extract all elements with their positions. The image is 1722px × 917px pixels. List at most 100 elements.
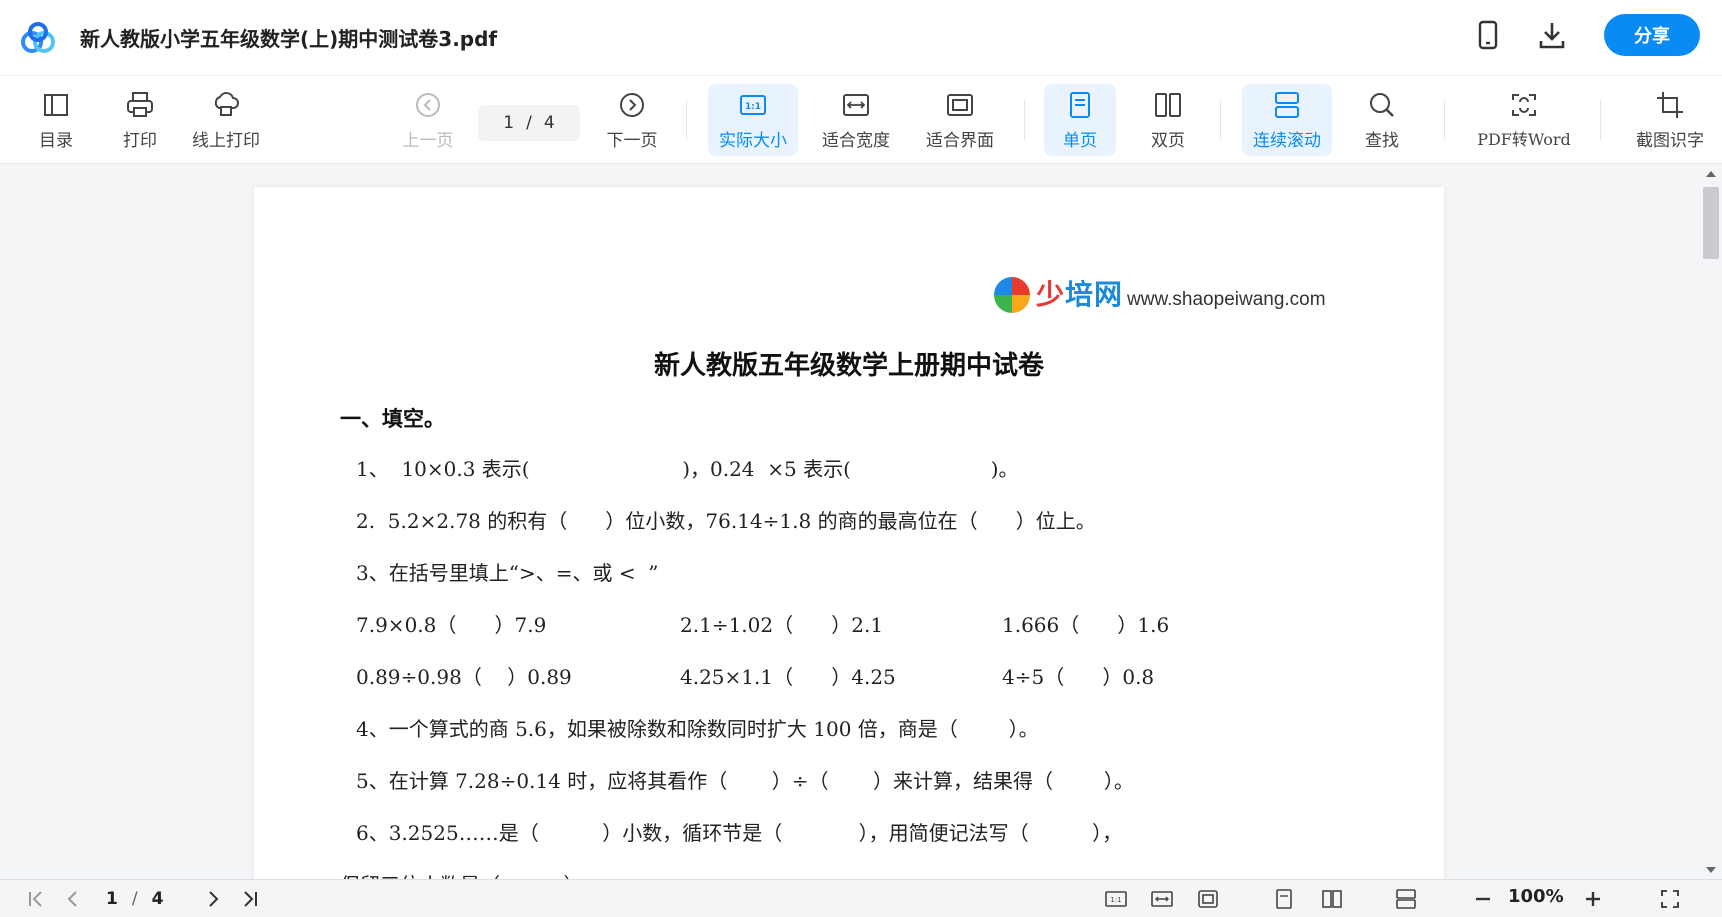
question-3-row-1: 7.9×0.8（ ）7.9 2.1÷1.02（ ）2.1 1.666（ ）1.6 — [356, 609, 1169, 638]
brand-name-part-2: 培网 — [1065, 278, 1124, 311]
double-page-icon — [1155, 92, 1181, 117]
chevron-left-circle-icon — [416, 92, 440, 117]
question-6-continued: 保留三位小数是（ ） — [340, 869, 584, 879]
actual-size-label: 实际大小 — [719, 130, 787, 151]
zoom-out-icon[interactable] — [1470, 886, 1496, 912]
status-page-total: 4 — [151, 889, 164, 909]
prev-page-icon[interactable] — [60, 886, 86, 912]
next-page-button[interactable]: 下一页 — [602, 84, 662, 156]
find-label: 查找 — [1365, 130, 1399, 151]
document-title: 新人教版小学五年级数学(上)期中测试卷3.pdf — [80, 27, 498, 51]
compare-item: 2.1÷1.02（ ）2.1 — [680, 613, 884, 637]
baidu-netdisk-logo-icon — [18, 18, 58, 58]
compare-item: 7.9×0.8（ ）7.9 — [356, 613, 547, 637]
status-pager[interactable]: 1 / 4 — [106, 886, 163, 912]
document-viewer[interactable]: 少培网 www.shaopeiwang.com 新人教版五年级数学上册期中试卷 … — [0, 165, 1722, 879]
toolbar: 目录 打印 线上打印 上一页 1 / 4 下一页 1:1 实际大小 适合宽度 适… — [0, 76, 1722, 164]
fit-page-icon — [947, 93, 973, 116]
actual-size-badge: 1:1 — [1110, 896, 1121, 904]
scrollbar-thumb[interactable] — [1703, 187, 1719, 259]
zoom-in-icon[interactable] — [1580, 886, 1606, 912]
actual-size-button[interactable]: 1:1 实际大小 — [708, 84, 798, 156]
toolbar-divider — [1444, 100, 1445, 140]
page-current: 1 — [503, 113, 515, 133]
page-number-input[interactable]: 1 / 4 — [478, 105, 580, 141]
toc-button[interactable]: 目录 — [30, 84, 82, 156]
question-2: 2. 5.2×2.78 的积有（ ）位小数，76.14÷1.8 的商的最高位在（… — [356, 509, 1096, 533]
compare-item: 4.25×1.1（ ）4.25 — [680, 665, 896, 689]
ocr-label: 截图识字 — [1636, 130, 1704, 151]
share-button[interactable]: 分享 — [1604, 14, 1700, 56]
svg-text:1:1: 1:1 — [745, 102, 761, 112]
first-page-icon[interactable] — [24, 886, 50, 912]
question-5: 5、在计算 7.28÷0.14 时，应将其看作（ ）÷（ ）来计算，结果得（ ）… — [356, 769, 1134, 793]
prev-page-label: 上一页 — [402, 130, 454, 151]
toolbar-divider — [1024, 100, 1025, 140]
brand-logo-icon — [994, 277, 1030, 313]
cloud-print-icon — [214, 91, 239, 116]
exam-title: 新人教版五年级数学上册期中试卷 — [653, 351, 1044, 381]
pdf-to-word-button[interactable]: PDF转Word — [1474, 84, 1574, 156]
continuous-scroll-icon — [1275, 91, 1299, 118]
compare-item: 1.666（ ）1.6 — [1002, 613, 1170, 637]
continuous-scroll-label: 连续滚动 — [1253, 130, 1321, 151]
actual-size-icon: 1:1 — [740, 94, 766, 115]
print-label: 打印 — [123, 130, 157, 151]
scroll-down-arrow-icon[interactable] — [1706, 867, 1716, 873]
single-page-icon — [1070, 91, 1090, 118]
page-total: 4 — [543, 113, 555, 133]
toc-label: 目录 — [39, 130, 73, 151]
pdf-to-word-label: PDF转Word — [1477, 130, 1571, 149]
toolbar-divider — [1600, 100, 1601, 140]
continuous-scroll-small-icon[interactable] — [1392, 886, 1420, 912]
page-sep: / — [526, 113, 532, 133]
brand-name: 少培网 — [1036, 273, 1123, 313]
actual-size-small-icon[interactable]: 1:1 — [1102, 886, 1130, 912]
fullscreen-icon[interactable] — [1656, 886, 1684, 912]
fit-width-small-icon[interactable] — [1148, 886, 1176, 912]
question-3: 3、在括号里填上“>、=、或 < ” — [356, 561, 659, 585]
fit-width-button[interactable]: 适合宽度 — [814, 84, 898, 156]
status-page-sep: / — [131, 889, 138, 909]
section-heading: 一、填空。 — [340, 407, 445, 431]
single-page-label: 单页 — [1063, 130, 1097, 151]
double-page-button[interactable]: 双页 — [1132, 84, 1204, 156]
scroll-up-arrow-icon[interactable] — [1706, 171, 1716, 177]
single-page-small-icon[interactable] — [1270, 886, 1298, 912]
question-4: 4、一个算式的商 5.6，如果被除数和除数同时扩大 100 倍，商是（ ）。 — [356, 717, 1039, 741]
title-bar: 新人教版小学五年级数学(上)期中测试卷3.pdf 分享 — [0, 0, 1722, 76]
next-page-label: 下一页 — [606, 130, 658, 151]
watermark-brand: 少培网 www.shaopeiwang.com — [994, 273, 1326, 313]
ocr-button[interactable]: 截图识字 — [1628, 84, 1712, 156]
chevron-right-circle-icon — [620, 92, 644, 117]
fit-page-small-icon[interactable] — [1194, 886, 1222, 912]
convert-icon — [1512, 94, 1536, 116]
fit-page-label: 适合界面 — [926, 130, 994, 151]
compare-item: 4÷5（ ）0.8 — [1002, 665, 1155, 689]
toolbar-divider — [1220, 100, 1221, 140]
continuous-scroll-button[interactable]: 连续滚动 — [1242, 84, 1332, 156]
compare-item: 0.89÷0.98（ ）0.89 — [356, 665, 572, 689]
print-button[interactable]: 打印 — [114, 84, 166, 156]
vertical-scrollbar[interactable] — [1700, 165, 1722, 879]
printer-icon — [127, 91, 153, 117]
fit-width-icon — [843, 93, 869, 116]
find-button[interactable]: 查找 — [1352, 84, 1412, 156]
pdf-page: 少培网 www.shaopeiwang.com 新人教版五年级数学上册期中试卷 … — [254, 187, 1444, 879]
download-icon[interactable] — [1534, 17, 1570, 53]
double-page-label: 双页 — [1151, 130, 1185, 151]
prev-page-button[interactable]: 上一页 — [398, 84, 458, 156]
last-page-icon[interactable] — [236, 886, 262, 912]
online-print-button[interactable]: 线上打印 — [186, 84, 266, 156]
question-1: 1、 10×0.3 表示( )，0.24 ×5 表示( )。 — [356, 457, 1019, 481]
single-page-button[interactable]: 单页 — [1044, 84, 1116, 156]
next-page-icon[interactable] — [200, 886, 226, 912]
mobile-view-icon[interactable] — [1470, 17, 1506, 53]
search-icon — [1370, 92, 1394, 117]
toc-icon — [44, 93, 68, 116]
fit-page-button[interactable]: 适合界面 — [918, 84, 1002, 156]
zoom-level: 100% — [1508, 886, 1564, 907]
brand-url: www.shaopeiwang.com — [1127, 289, 1326, 310]
double-page-small-icon[interactable] — [1318, 886, 1346, 912]
question-3-row-2: 0.89÷0.98（ ）0.89 4.25×1.1（ ）4.25 4÷5（ ）0… — [356, 661, 1154, 690]
